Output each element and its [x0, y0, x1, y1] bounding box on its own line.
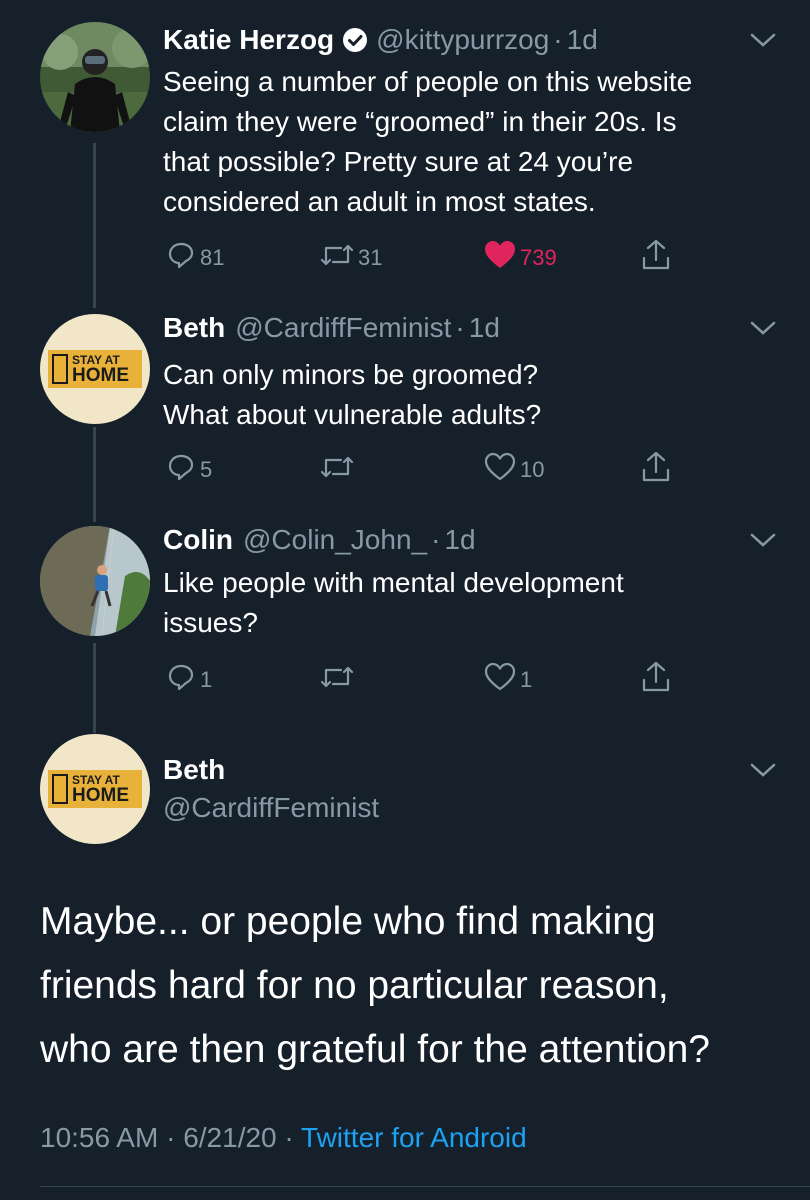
- tweet-line: claim they were “groomed” in their 20s. …: [163, 106, 677, 137]
- tweet-time[interactable]: 1d: [469, 312, 500, 344]
- tweet-header: Colin @Colin_John_ · 1d: [163, 524, 476, 556]
- like-count: 10: [520, 457, 545, 482]
- reply-button[interactable]: 1: [166, 662, 212, 698]
- heart-filled-icon: [484, 240, 516, 276]
- tweet-line: considered an adult in most states.: [163, 186, 596, 217]
- retweet-button[interactable]: [320, 662, 358, 698]
- like-button[interactable]: 739: [484, 240, 557, 276]
- thread-line: [93, 427, 96, 522]
- tweet-header: Katie Herzog @kittypurrzog · 1d: [163, 24, 598, 56]
- like-count: 739: [520, 245, 557, 270]
- reply-count: 5: [200, 457, 213, 482]
- like-button[interactable]: 10: [484, 452, 544, 488]
- avatar-katie[interactable]: [40, 22, 150, 132]
- tweet-date[interactable]: 6/21/20: [183, 1122, 276, 1153]
- retweet-button[interactable]: [320, 452, 358, 488]
- tweet-line: Seeing a number of people on this websit…: [163, 66, 693, 97]
- author-handle[interactable]: @Colin_John_: [243, 524, 427, 556]
- reply-icon: [166, 452, 196, 488]
- reply-count: 1: [200, 667, 213, 692]
- share-icon: [640, 450, 672, 490]
- retweet-button[interactable]: 31: [320, 240, 382, 276]
- avatar-beth[interactable]: STAY AT HOME: [40, 734, 150, 844]
- tweet-source-link[interactable]: Twitter for Android: [301, 1122, 527, 1153]
- avatar-beth[interactable]: STAY AT HOME: [40, 314, 150, 424]
- reply-button[interactable]: 5: [166, 452, 212, 488]
- badge-line-1: STAY AT: [72, 352, 120, 367]
- tweet-body: Like people with mental development issu…: [163, 563, 624, 643]
- door-icon: [52, 774, 68, 804]
- heart-outline-icon: [484, 662, 516, 698]
- tweet-line: Like people with mental development: [163, 567, 624, 598]
- chevron-down-icon[interactable]: [748, 30, 778, 50]
- tweet-line: that possible? Pretty sure at 24 you’re: [163, 146, 634, 177]
- tweet-line: Maybe... or people who find making: [40, 900, 656, 943]
- author-handle[interactable]: @CardiffFeminist: [235, 312, 451, 344]
- heart-outline-icon: [484, 452, 516, 488]
- like-button[interactable]: 1: [484, 662, 532, 698]
- tweet-line: who are then grateful for the attention?: [40, 1028, 710, 1071]
- share-button[interactable]: [640, 238, 672, 278]
- chevron-down-icon[interactable]: [748, 760, 778, 780]
- stay-at-home-badge: STAY AT HOME: [48, 350, 142, 388]
- share-icon: [640, 660, 672, 700]
- author-name[interactable]: Colin: [163, 524, 233, 556]
- tweet-body: Seeing a number of people on this websit…: [163, 62, 692, 222]
- retweet-count: 31: [358, 245, 383, 270]
- share-button[interactable]: [640, 660, 672, 700]
- tweet-time[interactable]: 1d: [444, 524, 475, 556]
- tweet-line: issues?: [163, 607, 258, 638]
- badge-line-2: HOME: [72, 364, 129, 386]
- tweet-time[interactable]: 1d: [567, 24, 598, 56]
- author-handle[interactable]: @kittypurrzog: [376, 24, 549, 56]
- door-icon: [52, 354, 68, 384]
- chevron-down-icon[interactable]: [748, 530, 778, 550]
- tweet-header: Beth @CardiffFeminist · 1d: [163, 312, 500, 344]
- badge-line-2: HOME: [72, 784, 129, 806]
- main-tweet-body: Maybe... or people who find making frien…: [40, 890, 780, 1082]
- tweet-line: What about vulnerable adults?: [163, 399, 542, 430]
- retweet-icon: [320, 452, 354, 488]
- tweet-line: Can only minors be groomed?: [163, 359, 539, 390]
- thread-line: [93, 143, 96, 308]
- thread-line: [93, 643, 96, 733]
- like-count: 1: [520, 667, 533, 692]
- chevron-down-icon[interactable]: [748, 318, 778, 338]
- author-name[interactable]: Katie Herzog: [163, 24, 334, 56]
- tweet-timestamp[interactable]: 10:56 AM: [40, 1122, 158, 1153]
- reply-count: 81: [200, 245, 225, 270]
- verified-badge-icon: [342, 27, 368, 53]
- badge-line-1: STAY AT: [72, 772, 120, 787]
- tweet-meta: 10:56 AM · 6/21/20 · Twitter for Android: [40, 1122, 527, 1153]
- reply-icon: [166, 240, 196, 276]
- avatar-colin[interactable]: [40, 526, 150, 636]
- reply-icon: [166, 662, 196, 698]
- tweet-line: friends hard for no particular reason,: [40, 964, 669, 1007]
- author-name[interactable]: Beth: [163, 312, 225, 344]
- share-icon: [640, 238, 672, 278]
- tweet-body: Can only minors be groomed? What about v…: [163, 355, 541, 435]
- reply-button[interactable]: 81: [166, 240, 224, 276]
- divider: [40, 1186, 810, 1187]
- retweet-icon: [320, 240, 354, 276]
- stay-at-home-badge: STAY AT HOME: [48, 770, 142, 808]
- share-button[interactable]: [640, 450, 672, 490]
- author-name[interactable]: Beth: [163, 754, 225, 786]
- author-handle[interactable]: @CardiffFeminist: [163, 792, 379, 824]
- retweet-icon: [320, 662, 354, 698]
